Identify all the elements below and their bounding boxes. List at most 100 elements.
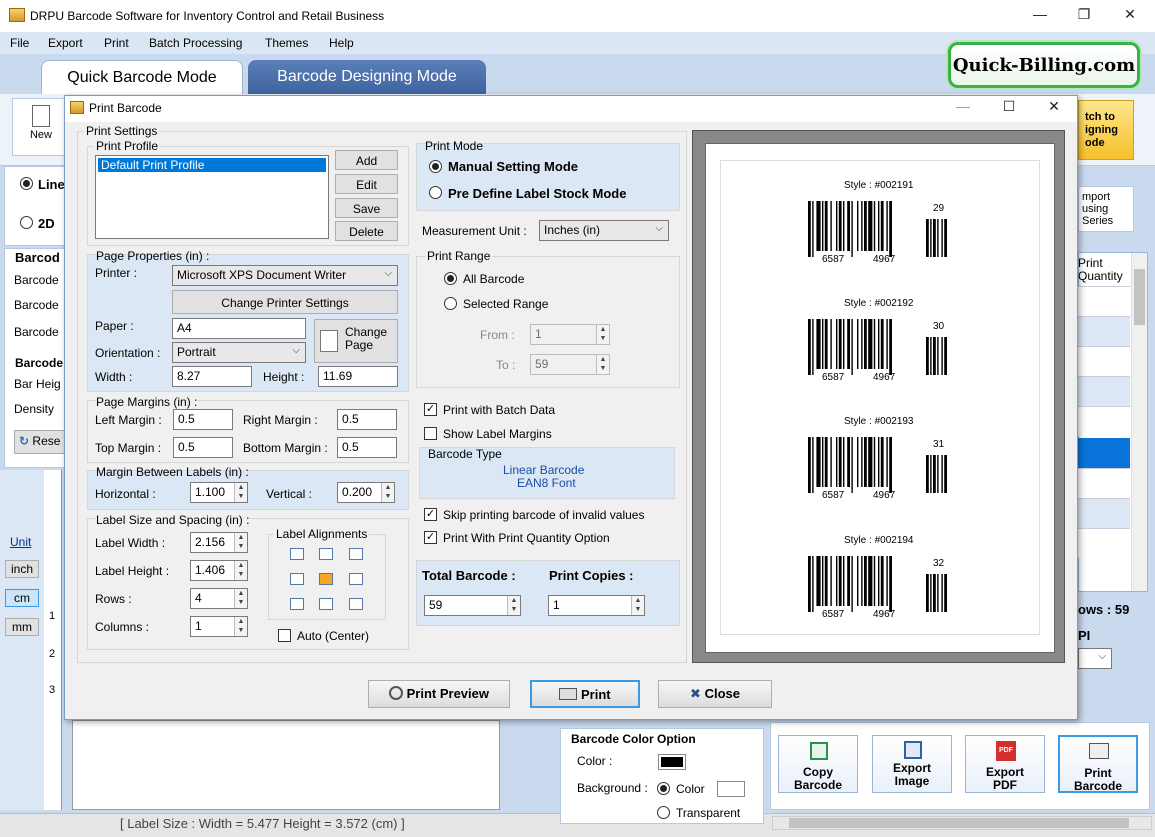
new-button[interactable]: New <box>12 98 70 156</box>
menu-themes[interactable]: Themes <box>265 36 308 50</box>
dialog-close-icon[interactable]: ✕ <box>1044 98 1064 118</box>
barcode-right-digits: 4967 <box>873 254 896 265</box>
align-top-right-icon[interactable] <box>349 548 363 560</box>
scroll-thumb[interactable] <box>789 818 1129 828</box>
close-button[interactable]: ✖ Close <box>658 680 772 708</box>
print-batch-data-checkbox[interactable]: ✓ <box>424 403 437 416</box>
close-icon[interactable]: ✕ <box>1120 6 1140 26</box>
add-profile-button[interactable]: Add <box>335 150 398 170</box>
range-to-field[interactable]: 59 ▲ ▼ <box>530 354 610 375</box>
label-height-field[interactable]: 1.406 ▲ ▼ <box>190 560 248 581</box>
change-printer-settings-button[interactable]: Change Printer Settings <box>172 290 398 314</box>
horizontal-scrollbar[interactable] <box>772 816 1152 830</box>
switch-to-designing-button[interactable]: tch to igning ode <box>1078 100 1134 160</box>
edit-profile-button[interactable]: Edit <box>335 174 398 194</box>
maximize-icon[interactable]: ❐ <box>1074 6 1094 26</box>
export-pdf-button[interactable]: PDF Export PDF <box>965 735 1045 793</box>
tab-quick-barcode-mode[interactable]: Quick Barcode Mode <box>41 60 243 94</box>
total-barcode-field[interactable]: 59 ▲ ▼ <box>424 595 521 616</box>
tab-barcode-designing-mode[interactable]: Barcode Designing Mode <box>248 60 486 94</box>
grid-row[interactable] <box>1078 316 1130 346</box>
paper-field[interactable]: A4 <box>172 318 306 339</box>
copy-barcode-button[interactable]: Copy Barcode <box>778 735 858 793</box>
quick-billing-logo[interactable]: Quick-Billing.com <box>948 42 1140 88</box>
align-bottom-right-icon[interactable] <box>349 598 363 610</box>
horizontal-spacing-field[interactable]: 1.100 ▲ ▼ <box>190 482 248 503</box>
print-preview-button[interactable]: Print Preview <box>368 680 510 708</box>
grid-row[interactable] <box>1078 286 1130 316</box>
unit-cm-button[interactable]: cm <box>5 589 39 607</box>
predefine-label-radio[interactable] <box>429 186 442 199</box>
show-label-margins-checkbox[interactable] <box>424 427 437 440</box>
printer-select[interactable]: Microsoft XPS Document Writer ⌵ <box>172 265 398 286</box>
align-middle-left-icon[interactable] <box>290 573 304 585</box>
align-middle-center-icon[interactable] <box>319 573 333 585</box>
grid-row[interactable] <box>1078 376 1130 406</box>
save-profile-button[interactable]: Save <box>335 198 398 218</box>
barcode-color-swatch[interactable] <box>658 754 686 770</box>
menu-file[interactable]: File <box>10 36 29 50</box>
background-transparent-radio[interactable] <box>657 806 670 819</box>
grid-row-selected[interactable] <box>1078 438 1130 468</box>
bottom-margin-field[interactable]: 0.5 <box>337 437 397 458</box>
align-bottom-left-icon[interactable] <box>290 598 304 610</box>
all-barcode-radio[interactable] <box>444 272 457 285</box>
menu-print[interactable]: Print <box>104 36 129 50</box>
dialog-minimize-icon[interactable]: — <box>953 98 973 118</box>
grid-row[interactable] <box>1078 406 1130 436</box>
align-bottom-center-icon[interactable] <box>319 598 333 610</box>
2d-radio[interactable] <box>20 216 33 229</box>
scroll-thumb[interactable] <box>1134 269 1145 325</box>
list-item[interactable]: Default Print Profile <box>98 158 326 172</box>
density-label: Density <box>14 402 55 416</box>
reset-button[interactable]: ↻ Rese <box>14 430 66 454</box>
menu-help[interactable]: Help <box>329 36 354 50</box>
unit-mm-button[interactable]: mm <box>5 618 39 636</box>
barcode-bar <box>868 437 873 487</box>
grid-vertical-scrollbar[interactable] <box>1131 253 1147 591</box>
left-margin-field[interactable]: 0.5 <box>173 409 233 430</box>
align-top-center-icon[interactable] <box>319 548 333 560</box>
background-color-swatch[interactable] <box>717 781 745 797</box>
menu-export[interactable]: Export <box>48 36 83 50</box>
dpi-select[interactable]: ⌵ <box>1078 648 1112 669</box>
grid-row[interactable] <box>1078 498 1130 528</box>
right-margin-field[interactable]: 0.5 <box>337 409 397 430</box>
grid-row[interactable] <box>1078 468 1130 498</box>
top-margin-field[interactable]: 0.5 <box>173 437 233 458</box>
auto-center-checkbox[interactable] <box>278 629 291 642</box>
change-page-button[interactable]: Change Page <box>314 319 398 363</box>
manual-setting-radio[interactable] <box>429 160 442 173</box>
orientation-select[interactable]: Portrait ⌵ <box>172 342 306 363</box>
selected-range-radio[interactable] <box>444 297 457 310</box>
grid-row[interactable] <box>1078 528 1130 558</box>
print-button[interactable]: Print <box>530 680 640 708</box>
label-width-field[interactable]: 2.156 ▲ ▼ <box>190 532 248 553</box>
label-width-label: Label Width : <box>95 536 166 550</box>
align-middle-right-icon[interactable] <box>349 573 363 585</box>
background-color-radio[interactable] <box>657 782 670 795</box>
print-quantity-option-checkbox[interactable]: ✓ <box>424 531 437 544</box>
page-height-field[interactable]: 11.69 <box>318 366 398 387</box>
import-series-button[interactable]: mport using Series <box>1078 186 1134 232</box>
dialog-maximize-icon[interactable]: ☐ <box>999 98 1019 118</box>
minimize-icon[interactable]: — <box>1030 6 1050 26</box>
range-from-field[interactable]: 1 ▲ ▼ <box>530 324 610 345</box>
skip-invalid-checkbox[interactable]: ✓ <box>424 508 437 521</box>
measurement-unit-select[interactable]: Inches (in) ⌵ <box>539 220 669 241</box>
unit-inch-button[interactable]: inch <box>5 560 39 578</box>
page-width-field[interactable]: 8.27 <box>172 366 252 387</box>
delete-profile-button[interactable]: Delete <box>335 221 398 241</box>
export-image-button[interactable]: Export Image <box>872 735 952 793</box>
linear-radio[interactable] <box>20 177 33 190</box>
columns-field[interactable]: 1 ▲ ▼ <box>190 616 248 637</box>
print-barcode-button[interactable]: Print Barcode <box>1058 735 1138 793</box>
rows-field[interactable]: 4 ▲ ▼ <box>190 588 248 609</box>
print-profile-list[interactable]: Default Print Profile <box>95 155 329 239</box>
grid-row[interactable] <box>1078 346 1130 376</box>
print-copies-field[interactable]: 1 ▲ ▼ <box>548 595 645 616</box>
design-canvas[interactable] <box>72 720 500 810</box>
vertical-spacing-field[interactable]: 0.200 ▲ ▼ <box>337 482 395 503</box>
menu-batch-processing[interactable]: Batch Processing <box>149 36 242 50</box>
align-top-left-icon[interactable] <box>290 548 304 560</box>
